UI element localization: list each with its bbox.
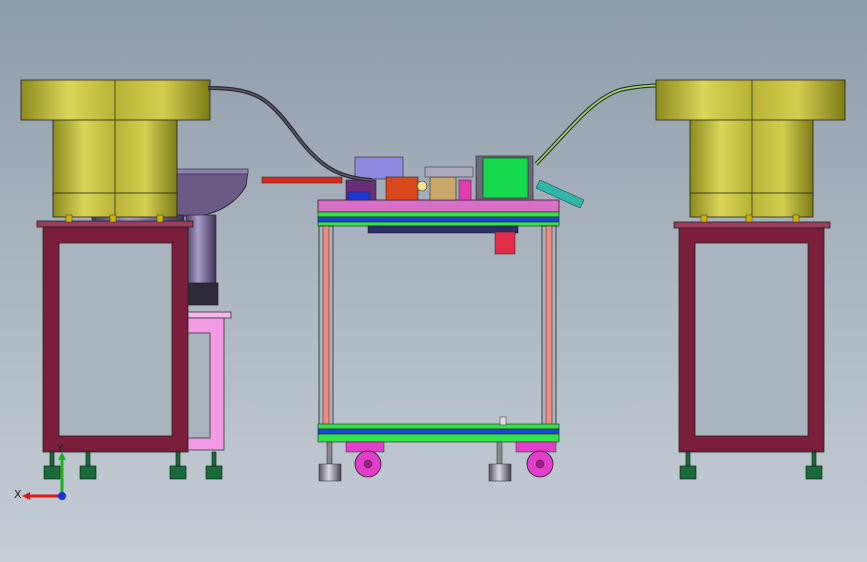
cad-viewport[interactable]	[0, 0, 867, 562]
x-axis-label: X	[14, 488, 22, 501]
cart-table-top[interactable]	[317, 199, 560, 213]
green-control-box[interactable]	[482, 157, 529, 199]
y-axis-label: Y	[56, 442, 64, 455]
right-stand[interactable]	[673, 221, 831, 453]
cart-frame	[317, 225, 560, 443]
right-vibratory-bowl[interactable]	[655, 79, 846, 223]
red-cylinder[interactable]	[494, 231, 516, 255]
left-stand[interactable]	[36, 220, 194, 453]
coordinate-triad: X Y	[14, 442, 66, 501]
center-cart[interactable]	[261, 155, 585, 482]
feed-tubes	[207, 83, 701, 182]
right-feeder[interactable]	[655, 79, 846, 480]
right-leveling-feet	[679, 451, 823, 480]
z-axis-dot	[58, 492, 66, 500]
left-feeder[interactable]	[20, 79, 249, 480]
cart-casters	[318, 441, 557, 482]
linear-feed-track	[261, 176, 343, 184]
